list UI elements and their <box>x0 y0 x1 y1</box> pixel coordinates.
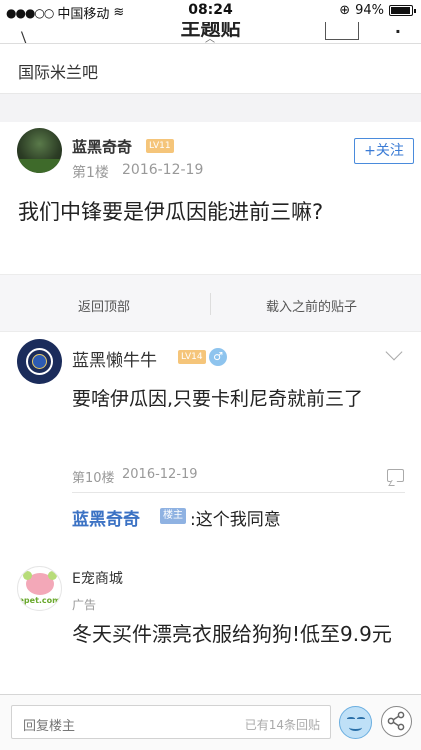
reply-date: 2016-12-19 <box>122 467 198 482</box>
avatar[interactable] <box>17 128 62 173</box>
forum-name[interactable]: 国际米兰吧 <box>18 59 98 83</box>
main-post: 蓝黑奇奇 LV11 第1楼 2016-12-19 +关注 我们中锋要是伊瓜因能进… <box>0 122 421 274</box>
level-badge: LV11 <box>146 139 174 153</box>
status-bar: ●●●○○ 中国移动 ≋ 08:24 ⊕ 94% <box>0 0 421 22</box>
post-action-bar: 返回顶部 载入之前的贴子 <box>0 274 421 332</box>
ad-author[interactable]: E宠商城 <box>72 568 123 588</box>
post-title: 我们中锋要是伊瓜因能进前三嘛? <box>18 200 324 224</box>
battery-icon <box>389 5 416 16</box>
ad-post[interactable]: epet.com E宠商城 广告 冬天买件漂亮衣服给狗狗!低至9.9元 <box>0 547 421 694</box>
more-icon[interactable]: · <box>395 22 401 41</box>
chevron-down-icon[interactable] <box>385 343 403 361</box>
chevron-up-icon[interactable]: ︿ <box>205 30 215 43</box>
emoji-icon[interactable] <box>339 706 372 739</box>
screenshot-icon[interactable] <box>325 22 359 40</box>
load-previous-button[interactable]: 载入之前的贴子 <box>266 296 357 315</box>
share-icon[interactable] <box>381 706 412 737</box>
rotation-lock-icon: ⊕ <box>339 3 351 18</box>
sub-reply-author[interactable]: 蓝黑奇奇 <box>72 505 140 530</box>
divider <box>210 293 211 315</box>
post-date: 2016-12-19 <box>122 162 204 178</box>
male-gender-icon: ♂ <box>209 348 227 366</box>
owner-badge: 楼主 <box>160 508 186 524</box>
post-author[interactable]: 蓝黑奇奇 <box>72 136 132 157</box>
ad-avatar[interactable]: epet.com <box>17 566 62 611</box>
reply-count: 已有14条回贴 <box>244 718 320 732</box>
follow-button[interactable]: +关注 <box>354 138 414 164</box>
avatar[interactable] <box>17 339 62 384</box>
floor-label: 第10楼 <box>72 471 115 486</box>
reply-author[interactable]: 蓝黑懒牛牛 <box>72 346 157 371</box>
reply-placeholder: 回复楼主 <box>23 719 76 734</box>
level-badge: LV14 <box>178 350 206 364</box>
reply-input[interactable]: 回复楼主 已有14条回贴 <box>11 705 331 739</box>
ad-title[interactable]: 冬天买件漂亮衣服给狗狗!低至9.9元 <box>72 620 402 648</box>
battery-percent: 94% <box>355 3 384 18</box>
nav-bar: ﹨ 主题贴 ︿ · <box>0 22 421 44</box>
divider <box>72 492 405 493</box>
comment-icon[interactable] <box>387 469 404 482</box>
section-divider <box>0 94 421 122</box>
reply-post: 蓝黑懒牛牛 LV14 ♂ 要啥伊瓜因,只要卡利尼奇就前三了 第10楼 2016-… <box>0 332 421 547</box>
reply-content: 要啥伊瓜因,只要卡利尼奇就前三了 <box>72 388 364 410</box>
sub-reply-text: :这个我同意 <box>190 510 281 530</box>
back-to-top-button[interactable]: 返回顶部 <box>78 296 130 315</box>
ad-avatar-label: epet.com <box>18 596 61 605</box>
bottom-toolbar: 回复楼主 已有14条回贴 <box>0 694 421 750</box>
ad-tag: 广告 <box>72 598 97 612</box>
forum-header[interactable]: 国际米兰吧 <box>0 44 421 94</box>
floor-label: 第1楼 <box>72 165 109 181</box>
